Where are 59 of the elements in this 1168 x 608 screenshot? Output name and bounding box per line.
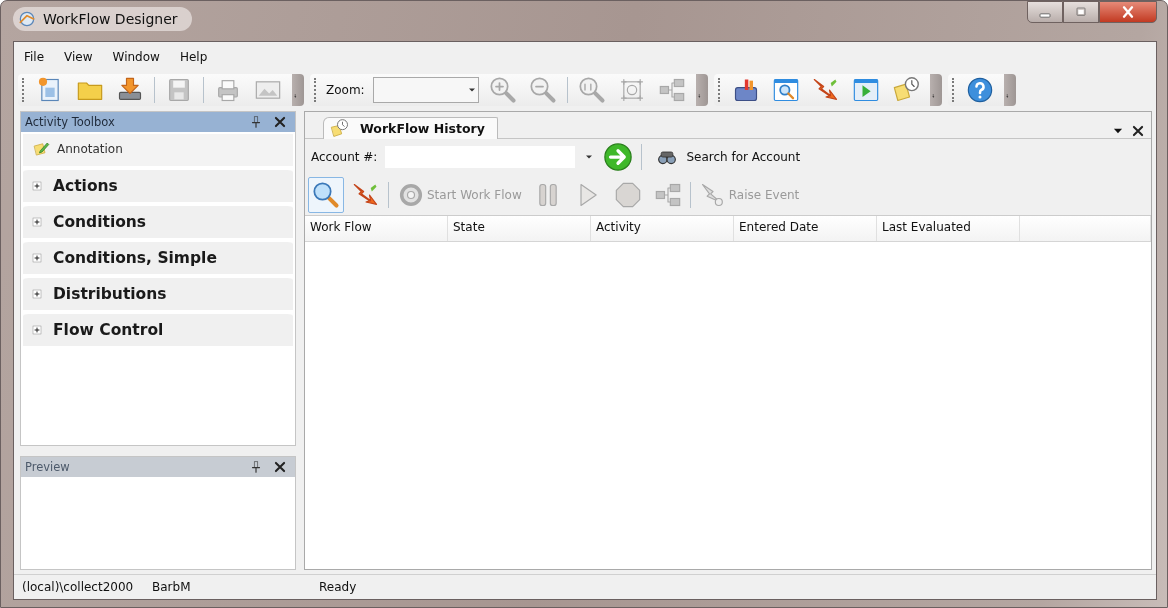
close-icon[interactable] xyxy=(273,115,287,129)
stop-icon xyxy=(613,181,642,209)
expand-icon[interactable] xyxy=(31,252,43,264)
zoom-in-icon xyxy=(488,76,517,104)
zoom-field[interactable] xyxy=(372,77,479,103)
expand-icon[interactable] xyxy=(31,288,43,300)
panel-title: Preview xyxy=(25,460,71,474)
pin-icon[interactable] xyxy=(249,115,263,129)
zoom-out-icon xyxy=(528,76,557,104)
zoom-actual-icon xyxy=(577,76,606,104)
tree-icon xyxy=(657,76,686,104)
server-status: (local)\collect2000 xyxy=(22,580,135,594)
toolbar-grip[interactable] xyxy=(717,78,722,102)
close-icon xyxy=(1120,4,1136,20)
search-window-icon xyxy=(771,76,800,104)
close-icon[interactable] xyxy=(273,460,287,474)
note-clock-icon xyxy=(330,118,350,138)
app-icon xyxy=(17,9,37,29)
toolbar-overflow-button[interactable] xyxy=(1003,74,1016,106)
minimize-icon xyxy=(1039,12,1051,18)
account-label: Account #: xyxy=(311,150,378,164)
tree-icon xyxy=(653,181,682,209)
user-status: BarbM xyxy=(152,580,192,594)
search-account-button[interactable]: Search for Account xyxy=(650,147,801,167)
play-window-icon xyxy=(851,76,880,104)
expand-icon[interactable] xyxy=(31,180,43,192)
document-tab[interactable]: WorkFlow History xyxy=(323,117,498,139)
magnifier-icon xyxy=(312,181,340,209)
magnifier-button[interactable] xyxy=(308,177,344,213)
column-header[interactable]: Work Flow xyxy=(305,216,448,241)
column-header[interactable]: Activity xyxy=(591,216,734,241)
gear-icon xyxy=(397,181,425,209)
expand-icon[interactable] xyxy=(31,324,43,336)
menu-item[interactable]: Window xyxy=(112,50,160,64)
toolbar-overflow-button[interactable] xyxy=(695,74,708,106)
help-icon xyxy=(965,76,994,104)
toolbar-overflow-button[interactable] xyxy=(929,74,942,106)
column-header[interactable]: Entered Date xyxy=(734,216,877,241)
maximize-button[interactable] xyxy=(1063,1,1099,23)
toolbar-grip[interactable] xyxy=(951,78,956,102)
menu-item[interactable]: View xyxy=(64,50,93,64)
window-title: WorkFlow Designer xyxy=(43,11,178,27)
ready-status: Ready xyxy=(319,580,357,594)
pin-icon[interactable] xyxy=(249,460,263,474)
annotation-icon xyxy=(33,140,51,158)
close-button[interactable] xyxy=(1099,1,1157,23)
column-header[interactable]: Last Evaluated xyxy=(877,216,1020,241)
note-clock-icon xyxy=(891,76,920,104)
expand-icon[interactable] xyxy=(31,216,43,228)
menu-item[interactable]: Help xyxy=(179,50,208,64)
minimize-button[interactable] xyxy=(1027,1,1063,23)
close-icon[interactable] xyxy=(1131,124,1145,138)
toolbar-grip[interactable] xyxy=(22,78,26,102)
toolbox-item[interactable]: Annotation xyxy=(57,142,123,156)
menu-item[interactable]: File xyxy=(24,50,45,64)
zoom-label: Zoom: xyxy=(326,83,365,97)
column-header[interactable]: State xyxy=(448,216,591,241)
panel-title: Activity Toolbox xyxy=(25,115,116,129)
toolbar-grip[interactable] xyxy=(314,78,318,102)
